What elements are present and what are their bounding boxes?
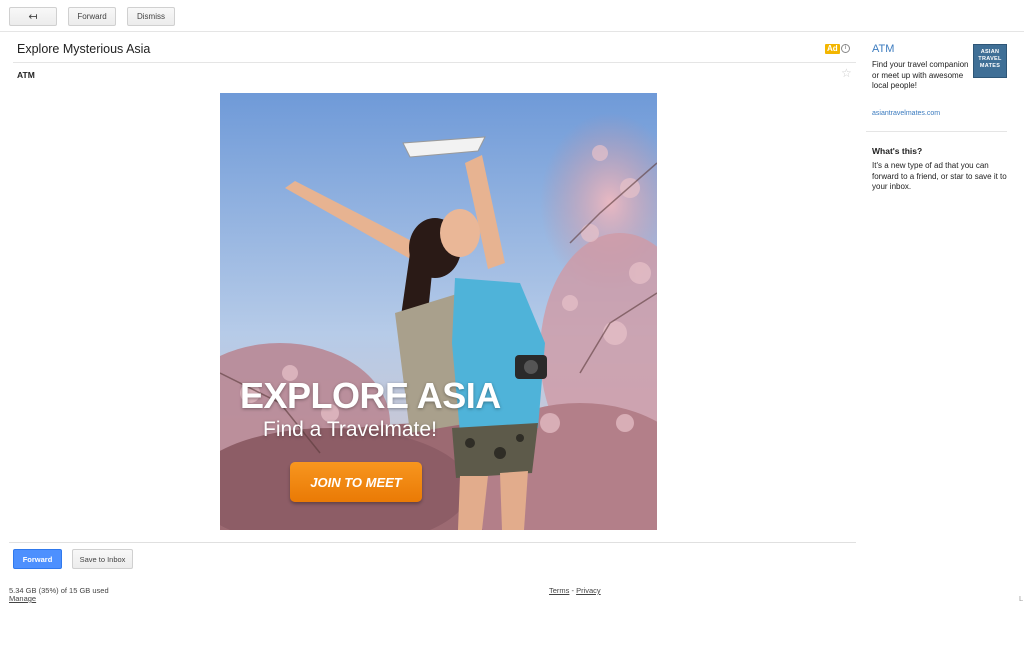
forward-button[interactable]: Forward <box>13 549 62 569</box>
dismiss-button[interactable]: Dismiss <box>127 7 175 26</box>
forward-toolbar-button[interactable]: Forward <box>68 7 116 26</box>
edge-text: L <box>1019 594 1024 603</box>
divider <box>866 131 1007 132</box>
message-subject: Explore Mysterious Asia <box>17 42 151 56</box>
advertiser-logo[interactable]: ASIAN TRAVEL MATES <box>973 44 1007 78</box>
privacy-link[interactable]: Privacy <box>576 586 601 595</box>
join-to-meet-button[interactable]: JOIN TO MEET <box>290 462 422 502</box>
ad-subheadline: Find a Travelmate! <box>263 418 437 441</box>
manage-link[interactable]: Manage <box>9 594 36 603</box>
save-to-inbox-button[interactable]: Save to Inbox <box>72 549 133 569</box>
advertiser-description: Find your travel companion or meet up wi… <box>872 60 969 90</box>
logo-line: ASIAN <box>980 49 1000 55</box>
ad-creative-image[interactable]: EXPLORE ASIA Find a Travelmate! JOIN TO … <box>220 93 657 530</box>
advertiser-name[interactable]: ATM <box>872 43 894 55</box>
star-icon[interactable]: ☆ <box>841 67 852 79</box>
back-arrow-icon: ↤ <box>28 11 38 23</box>
ad-photo-illustration <box>220 93 657 530</box>
divider <box>13 62 856 63</box>
advertiser-url-link[interactable]: asiantravelmates.com <box>872 110 940 117</box>
divider <box>9 542 856 543</box>
info-icon[interactable]: i <box>841 44 850 53</box>
logo-line: MATES <box>979 63 1001 69</box>
whats-this-text: It's a new type of ad that you can forwa… <box>872 161 1007 191</box>
footer-links: Terms - Privacy <box>549 586 601 595</box>
sender-name: ATM <box>17 70 35 80</box>
whats-this-heading: What's this? <box>872 146 923 156</box>
ad-badge: Ad <box>825 44 840 54</box>
ad-headline: EXPLORE ASIA <box>240 375 501 416</box>
terms-link[interactable]: Terms <box>549 586 569 595</box>
top-toolbar: ↤ Forward Dismiss <box>0 0 1024 32</box>
logo-line: TRAVEL <box>978 56 1002 62</box>
back-button[interactable]: ↤ <box>9 7 57 26</box>
